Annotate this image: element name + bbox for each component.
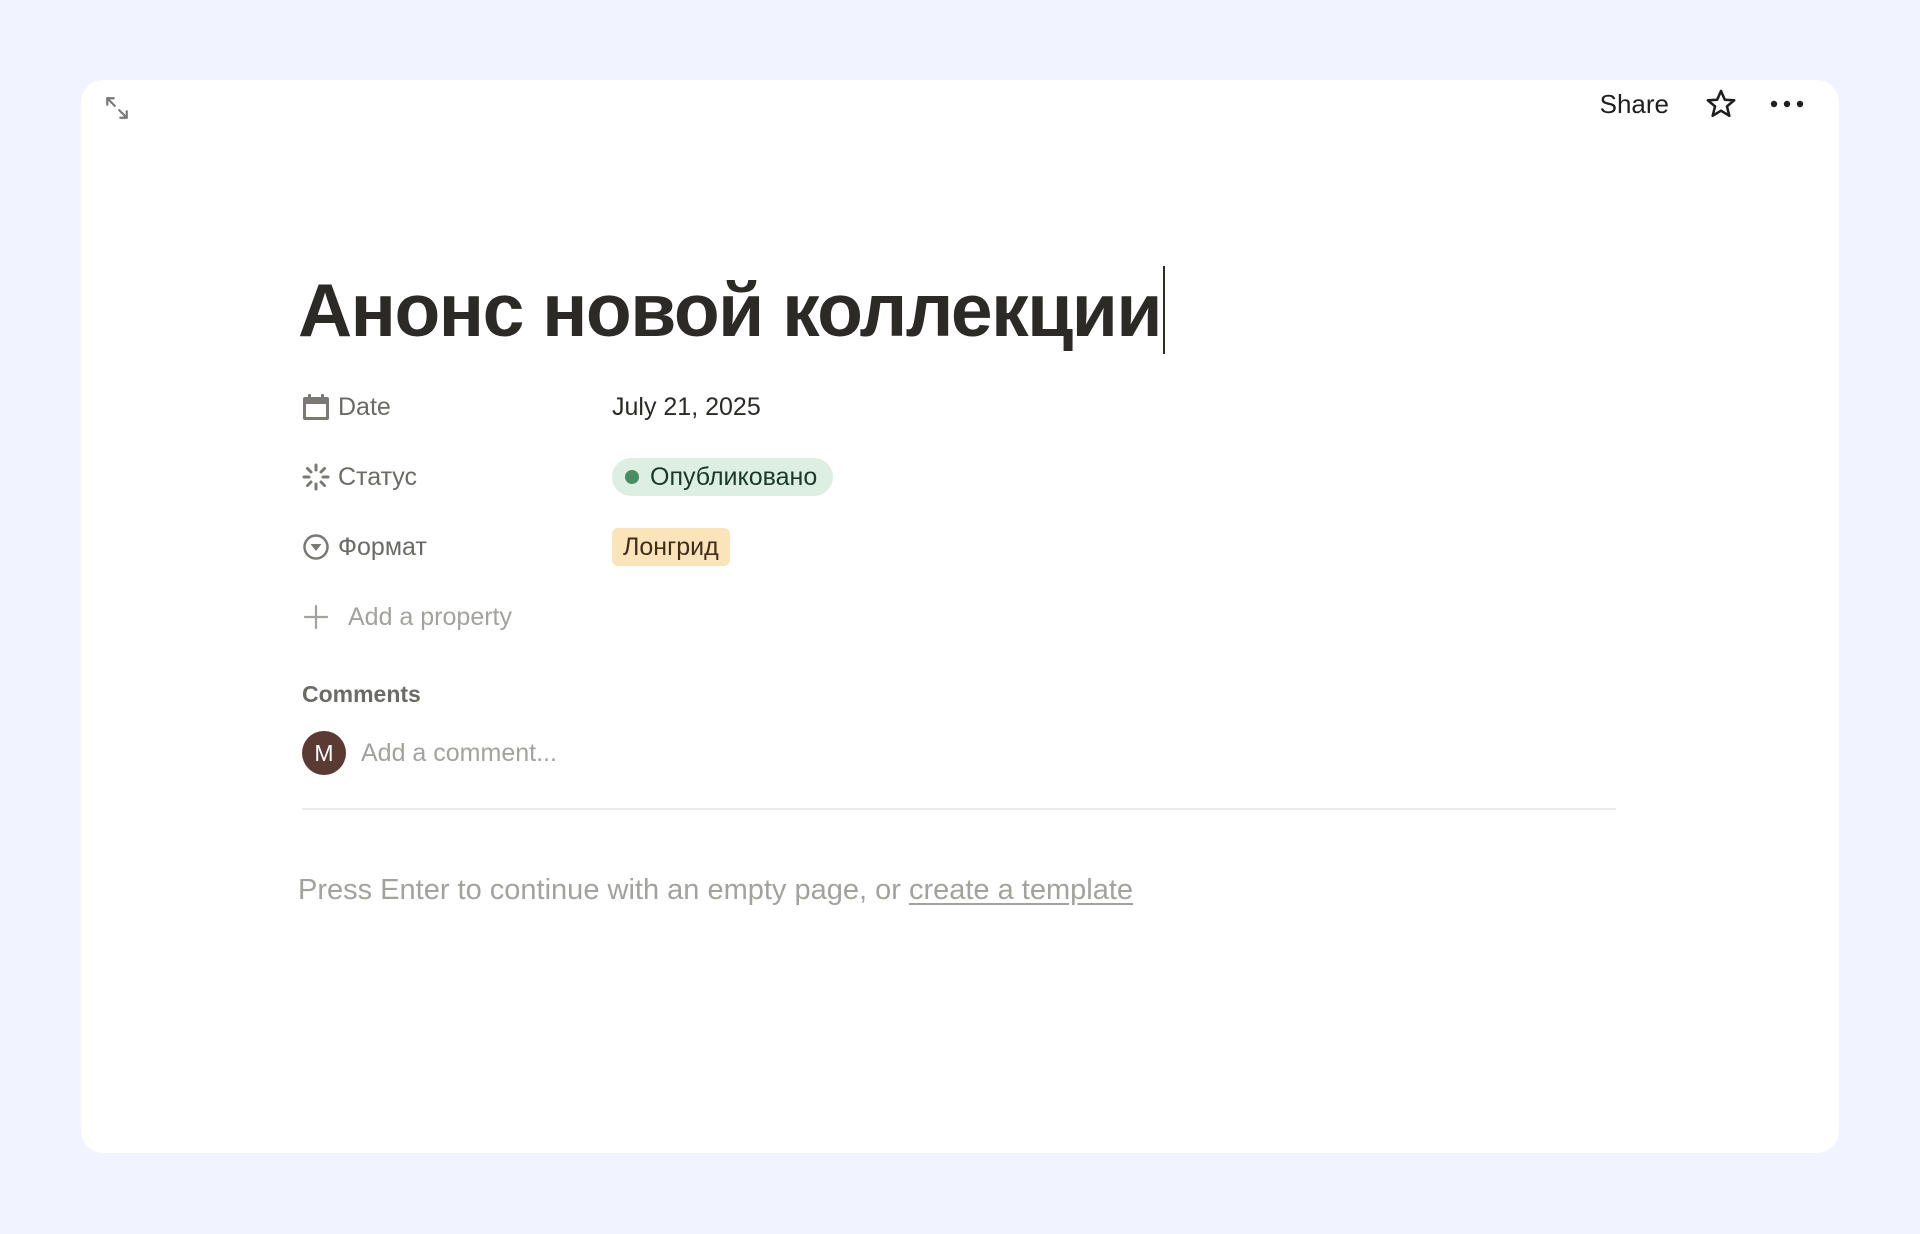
add-property-label: Add a property — [348, 602, 512, 631]
status-spinner-icon — [302, 463, 330, 491]
page-content: Анонс новой коллекции Date July 21, 2025… — [298, 260, 1618, 907]
star-icon — [1706, 89, 1736, 118]
property-label-date[interactable]: Date — [298, 393, 612, 422]
expand-diagonal-icon — [106, 97, 128, 119]
page-title[interactable]: Анонс новой коллекции — [298, 260, 1162, 360]
property-row-status: Статус Опубликовано — [298, 442, 1618, 512]
more-options-button[interactable] — [1765, 82, 1809, 126]
properties-list: Date July 21, 2025 Статус Опубликовано Ф… — [298, 372, 1618, 652]
favorite-button[interactable] — [1699, 82, 1743, 126]
expand-button[interactable] — [99, 90, 135, 126]
property-name: Формат — [338, 532, 427, 561]
plus-icon — [302, 603, 330, 631]
divider — [302, 808, 1616, 810]
add-property-button[interactable]: Add a property — [298, 582, 1618, 652]
text-cursor — [1162, 266, 1165, 354]
property-row-date: Date July 21, 2025 — [298, 372, 1618, 442]
more-horizontal-icon — [1770, 100, 1804, 108]
title-row[interactable]: Анонс новой коллекции — [298, 260, 1618, 360]
empty-page-hint-text: Press Enter to continue with an empty pa… — [298, 874, 909, 906]
topbar-actions: Share — [1600, 82, 1809, 126]
property-label-status[interactable]: Статус — [298, 463, 612, 492]
comments-heading: Comments — [302, 681, 421, 707]
page-card: Share Анонс новой коллекции Date July 21… — [81, 80, 1839, 1153]
status-label: Опубликовано — [650, 462, 818, 491]
comment-composer: M — [298, 722, 1618, 784]
status-badge[interactable]: Опубликовано — [612, 458, 834, 496]
property-row-format: Формат Лонгрид — [298, 512, 1618, 582]
avatar: M — [302, 731, 346, 775]
calendar-icon — [302, 393, 330, 421]
select-chevron-circle-icon — [302, 533, 330, 561]
create-template-link[interactable]: create a template — [909, 874, 1133, 906]
property-name: Статус — [338, 462, 418, 491]
empty-page-hint: Press Enter to continue with an empty pa… — [298, 874, 1618, 907]
date-value[interactable]: July 21, 2025 — [612, 393, 761, 422]
comment-input[interactable] — [361, 738, 1161, 768]
property-label-format[interactable]: Формат — [298, 533, 612, 562]
share-button[interactable]: Share — [1600, 82, 1669, 126]
property-name: Date — [338, 392, 391, 421]
format-tag[interactable]: Лонгрид — [612, 528, 730, 566]
status-dot — [625, 470, 639, 484]
